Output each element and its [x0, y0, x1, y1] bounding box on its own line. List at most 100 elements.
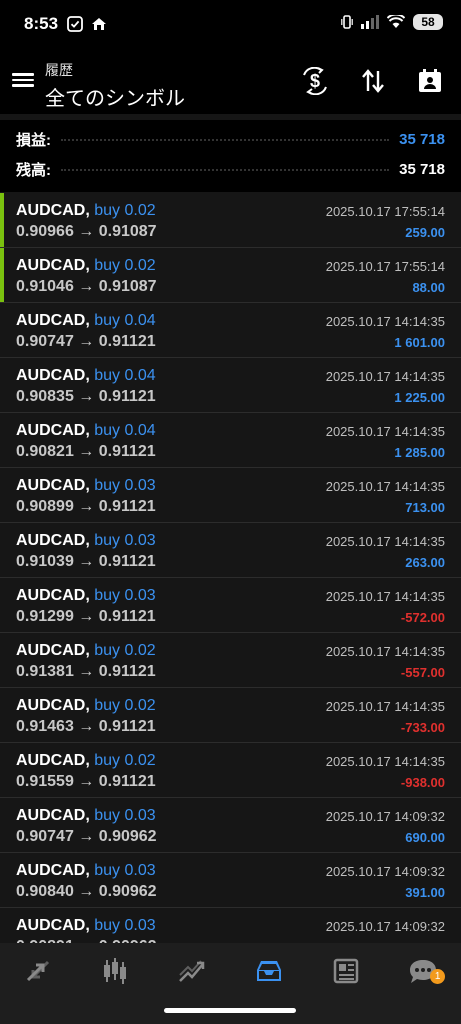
wifi-icon — [387, 15, 405, 28]
deal-prices: 0.91039 → 0.91121 — [16, 553, 156, 570]
deal-row[interactable]: AUDCAD, buy 0.03 0.90899 → 0.91121 2025.10… — [0, 468, 461, 523]
deal-symbol: AUDCAD, — [16, 202, 90, 219]
deal-time: 2025.10.17 14:14:35 — [325, 644, 445, 659]
deal-row[interactable]: AUDCAD, buy 0.02 0.91463 → 0.91121 2025.10… — [0, 688, 461, 743]
deal-time: 2025.10.17 14:14:35 — [325, 424, 445, 439]
deal-symbol: AUDCAD, — [16, 477, 90, 494]
nav-quotes[interactable] — [0, 943, 77, 998]
deal-prices: 0.90747 → 0.91121 — [16, 333, 156, 350]
nav-history[interactable] — [230, 943, 307, 998]
deal-symbol: AUDCAD, — [16, 422, 90, 439]
deal-profit: 1 225.00 — [394, 390, 445, 405]
deal-side: buy 0.03 — [94, 477, 156, 494]
deal-symbol: AUDCAD, — [16, 642, 90, 659]
home-icon — [92, 18, 106, 30]
deal-row[interactable]: AUDCAD, buy 0.03 0.91299 → 0.91121 2025.10… — [0, 578, 461, 633]
status-time: 8:53 — [24, 14, 59, 33]
news-icon — [333, 958, 358, 983]
deal-side: buy 0.02 — [94, 202, 156, 219]
deal-profit: 1 285.00 — [394, 445, 445, 460]
deal-side: buy 0.03 — [94, 862, 156, 879]
deal-time: 2025.10.17 14:14:35 — [325, 589, 445, 604]
deal-side: buy 0.04 — [94, 312, 156, 329]
profit-row: 損益: 35 718 — [16, 126, 445, 152]
history-icon — [256, 960, 281, 981]
deal-prices: 0.90821 → 0.91121 — [16, 443, 156, 460]
deal-profit: 88.00 — [412, 280, 445, 295]
status-bar: 8:53 58 — [0, 0, 461, 52]
header-subtitle: 履歴 — [45, 62, 73, 78]
deal-row[interactable]: AUDCAD, buy 0.030.90891 → 0.909622025.10… — [0, 908, 461, 943]
svg-text:$: $ — [310, 71, 320, 91]
app-header: 履歴 全てのシンボル $ — [0, 52, 461, 114]
deal-side: buy 0.04 — [94, 422, 156, 439]
profit-value: 35 718 — [399, 130, 445, 148]
home-indicator[interactable] — [164, 1008, 296, 1013]
deal-row[interactable]: AUDCAD, buy 0.03 0.90840 → 0.90962 2025.10… — [0, 853, 461, 908]
deal-time: 2025.10.17 14:14:35 — [325, 754, 445, 769]
deal-prices: 0.90747 → 0.90962 — [16, 828, 157, 845]
quotes-icon — [27, 960, 50, 981]
deal-side: buy 0.03 — [94, 587, 156, 604]
deal-time: 2025.10.17 17:55:14 — [325, 259, 445, 274]
deal-symbol: AUDCAD, — [16, 807, 90, 824]
deals-list[interactable]: AUDCAD, buy 0.02 0.90966 → 0.91087 2025.10… — [0, 193, 461, 943]
deal-row[interactable]: AUDCAD, buy 0.02 0.91046 → 0.91087 2025.10… — [0, 248, 461, 303]
deal-prices: 0.91463 → 0.91121 — [16, 718, 156, 735]
deal-profit: 263.00 — [405, 555, 445, 570]
page-title[interactable]: 全てのシンボル — [45, 82, 185, 111]
deal-prices: 0.90899 → 0.91121 — [16, 498, 156, 515]
deal-time: 2025.10.17 14:14:35 — [325, 369, 445, 384]
deal-row[interactable]: AUDCAD, buy 0.02 0.91381 → 0.91121 2025.10… — [0, 633, 461, 688]
nav-trade[interactable] — [154, 943, 231, 998]
deal-prices: 0.91299 → 0.91121 — [16, 608, 156, 625]
deal-profit: 690.00 — [405, 830, 445, 845]
deal-time: 2025.10.17 14:09:32 — [325, 919, 445, 934]
deal-symbol: AUDCAD, — [16, 312, 90, 329]
checkbox-icon — [67, 16, 83, 32]
balance-row: 残高: 35 718 — [16, 156, 445, 182]
deal-row[interactable]: AUDCAD, buy 0.02 0.91559 → 0.91121 2025.10… — [0, 743, 461, 798]
sort-icon[interactable] — [358, 66, 388, 96]
deal-row[interactable]: AUDCAD, buy 0.03 0.91039 → 0.91121 2025.10… — [0, 523, 461, 578]
deal-side: buy 0.02 — [94, 257, 156, 274]
deal-row[interactable]: AUDCAD, buy 0.03 0.90747 → 0.90962 2025.10… — [0, 798, 461, 853]
deal-side: buy 0.04 — [94, 367, 156, 384]
deal-row[interactable]: AUDCAD, buy 0.02 0.90966 → 0.91087 2025.10… — [0, 193, 461, 248]
deal-symbol: AUDCAD, — [16, 917, 90, 934]
balance-value: 35 718 — [399, 160, 445, 178]
deal-symbol: AUDCAD, — [16, 257, 90, 274]
deal-row[interactable]: AUDCAD, buy 0.04 0.90747 → 0.91121 2025.10… — [0, 303, 461, 358]
deal-side: buy 0.02 — [94, 752, 156, 769]
deal-time: 2025.10.17 17:55:14 — [325, 204, 445, 219]
deal-symbol: AUDCAD, — [16, 697, 90, 714]
deal-marker — [0, 193, 4, 247]
deal-row[interactable]: AUDCAD, buy 0.04 0.90835 → 0.91121 2025.10… — [0, 358, 461, 413]
bottom-nav: 1 — [0, 943, 461, 998]
trade-icon — [179, 959, 205, 982]
deal-marker — [0, 248, 4, 302]
nav-news[interactable] — [307, 943, 384, 998]
deal-prices: 0.91559 → 0.91121 — [16, 773, 156, 790]
deal-side: buy 0.03 — [94, 917, 156, 934]
deal-row[interactable]: AUDCAD, buy 0.04 0.90821 → 0.91121 2025.10… — [0, 413, 461, 468]
menu-icon[interactable] — [12, 70, 34, 90]
currency-filter-icon[interactable]: $ — [300, 66, 330, 96]
deal-symbol: AUDCAD, — [16, 862, 90, 879]
calendar-icon[interactable] — [415, 66, 445, 96]
deal-profit: -733.00 — [400, 720, 445, 735]
deal-side: buy 0.03 — [94, 532, 156, 549]
deal-symbol: AUDCAD, — [16, 752, 90, 769]
nav-chat[interactable]: 1 — [384, 943, 461, 998]
deal-profit: 259.00 — [405, 225, 445, 240]
deal-profit: -938.00 — [400, 775, 445, 790]
deal-profit: 1 601.00 — [394, 335, 445, 350]
deal-symbol: AUDCAD, — [16, 587, 90, 604]
deal-prices: 0.91046 → 0.91087 — [16, 278, 157, 295]
deal-prices: 0.90835 → 0.91121 — [16, 388, 156, 405]
summary-panel: 損益: 35 718 残高: 35 718 — [0, 120, 461, 192]
battery-level: 58 — [413, 14, 443, 30]
deal-profit: 391.00 — [405, 885, 445, 900]
nav-chart[interactable] — [77, 943, 154, 998]
deal-profit: 713.00 — [405, 500, 445, 515]
